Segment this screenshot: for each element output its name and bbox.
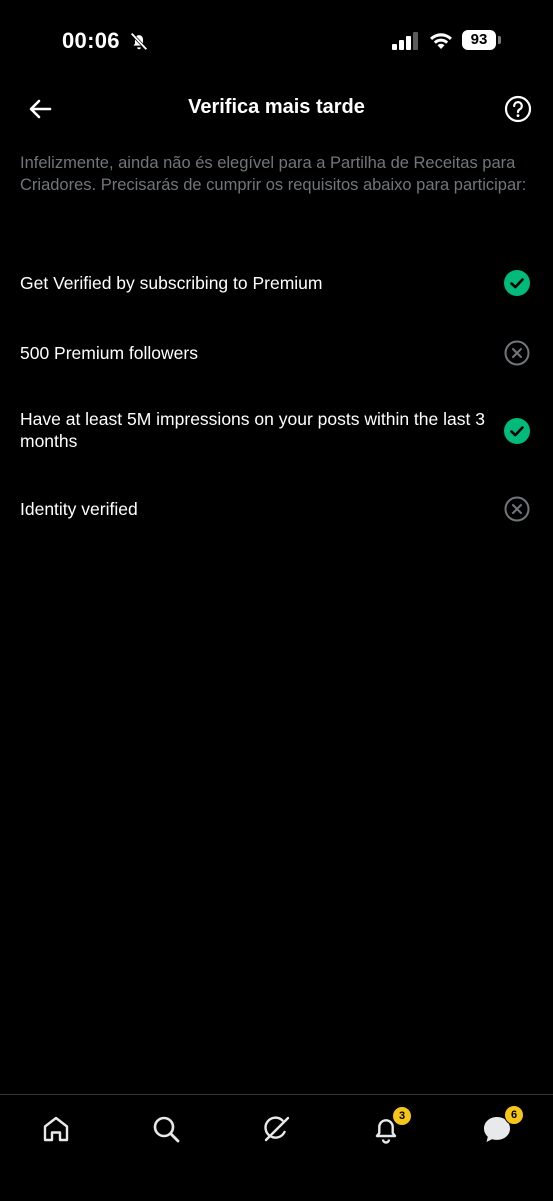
wifi-icon xyxy=(430,33,452,49)
signal-icon xyxy=(392,32,418,50)
requirement-label: Have at least 5M impressions on your pos… xyxy=(20,409,485,451)
battery-tip xyxy=(498,36,501,44)
messages-tab[interactable]: 6 xyxy=(479,1105,524,1147)
check-circle-icon xyxy=(504,270,530,296)
battery-icon: 93 xyxy=(462,30,496,50)
header: Verifica mais tarde xyxy=(0,80,553,136)
bottom-nav: 3 6 xyxy=(0,1094,553,1201)
grok-icon[interactable] xyxy=(258,1111,294,1147)
home-icon[interactable] xyxy=(38,1111,74,1147)
notifications-tab[interactable]: 3 xyxy=(368,1106,412,1147)
requirement-label: 500 Premium followers xyxy=(20,343,198,363)
x-circle-icon xyxy=(504,496,530,522)
bell-off-icon xyxy=(130,32,148,51)
requirement-item-followers: 500 Premium followers xyxy=(0,326,553,386)
requirement-item-impressions: Have at least 5M impressions on your pos… xyxy=(0,386,553,482)
requirement-item-identity: Identity verified xyxy=(0,482,553,542)
check-circle-icon xyxy=(504,418,530,444)
page-title: Verifica mais tarde xyxy=(188,96,365,118)
eligibility-description: Infelizmente, ainda não és elegível para… xyxy=(20,154,527,194)
status-bar: 00:06 93 xyxy=(0,0,553,80)
requirement-label: Get Verified by subscribing to Premium xyxy=(20,273,323,293)
x-circle-icon xyxy=(504,340,530,366)
messages-badge: 6 xyxy=(504,1105,524,1125)
requirement-item-premium: Get Verified by subscribing to Premium xyxy=(0,240,553,326)
requirement-label: Identity verified xyxy=(20,499,138,519)
search-icon[interactable] xyxy=(148,1111,184,1147)
status-time: 00:06 xyxy=(62,28,120,53)
notifications-badge: 3 xyxy=(392,1106,412,1126)
question-circle-icon[interactable] xyxy=(503,94,533,124)
